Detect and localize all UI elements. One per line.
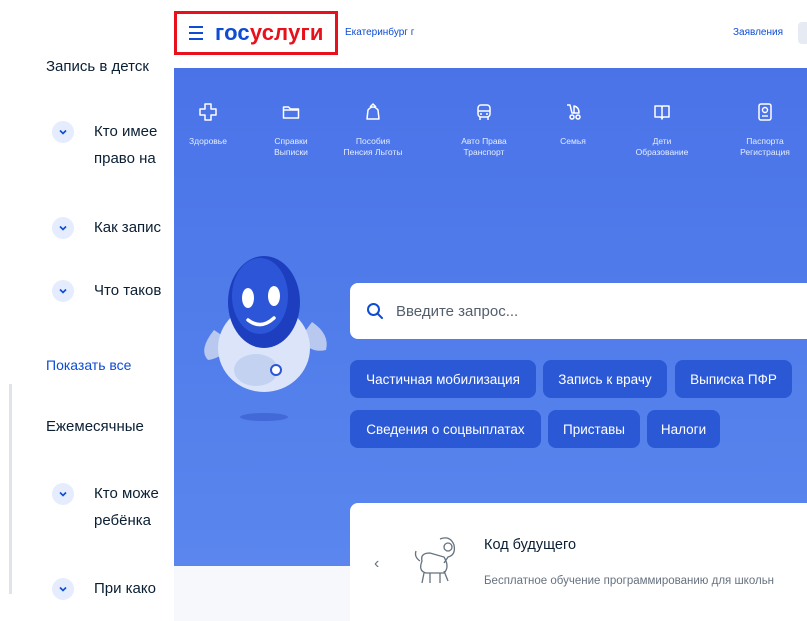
category-education[interactable]: Дети Образование — [622, 96, 702, 158]
faq-question: Как запис — [94, 219, 162, 236]
faq-question: При како — [94, 580, 156, 597]
benefits-icon — [333, 96, 413, 122]
logo-menu-button[interactable]: госуслуги — [174, 11, 338, 55]
section-heading-monthly: Ежемесячные — [46, 418, 144, 435]
faq-item[interactable]: Как запис — [52, 217, 161, 241]
chevron-down-icon — [52, 483, 74, 505]
faq-item[interactable]: Кто може ребёнка — [52, 483, 159, 534]
chip-pfr-statement[interactable]: Выписка ПФР — [675, 360, 792, 398]
category-passport[interactable]: Паспорта Регистрация — [725, 96, 805, 158]
carousel-prev-arrow[interactable]: ‹ — [374, 555, 379, 573]
city-selector[interactable]: Екатеринбург г — [345, 27, 414, 38]
search-input[interactable] — [396, 302, 776, 320]
faq-question-line: право на — [94, 150, 156, 167]
chip-bailiffs[interactable]: Приставы — [548, 410, 640, 448]
chevron-down-icon — [52, 121, 74, 143]
chip-doctor-appointment[interactable]: Запись к врачу — [543, 360, 667, 398]
faq-question: Что таков — [94, 282, 162, 299]
car-icon — [444, 96, 524, 122]
section-heading-kindergarten: Запись в детск — [46, 58, 149, 75]
promo-card[interactable]: ‹ Код будущего Бесплатное обучение прогр… — [350, 503, 807, 621]
health-icon — [168, 96, 248, 122]
faq-question-line: ребёнка — [94, 512, 151, 529]
stroller-icon — [533, 96, 613, 122]
category-transport[interactable]: Авто Права Транспорт — [444, 96, 524, 158]
chip-social-payments[interactable]: Сведения о соцвыплатах — [350, 410, 541, 448]
search-icon — [367, 303, 383, 319]
chevron-down-icon — [52, 578, 74, 600]
robot-mascot-icon — [204, 256, 327, 421]
category-health[interactable]: Здоровье — [168, 96, 248, 147]
passport-icon — [725, 96, 805, 122]
book-icon — [622, 96, 702, 122]
scrollbar-track[interactable] — [9, 384, 12, 594]
statements-link[interactable]: Заявления — [733, 27, 783, 38]
folder-icon — [251, 96, 331, 122]
faq-question-line: Кто имее — [94, 123, 158, 140]
category-benefits[interactable]: Пособия Пенсия Льготы — [333, 96, 413, 158]
robot-dog-icon — [414, 537, 456, 584]
header-profile-button[interactable] — [798, 22, 807, 44]
faq-item[interactable]: Что таков — [52, 280, 161, 304]
show-all-link[interactable]: Показать все — [46, 357, 131, 373]
search-bar[interactable] — [350, 283, 807, 339]
faq-item[interactable]: Кто имее право на — [52, 121, 157, 172]
chevron-down-icon — [52, 217, 74, 239]
gosuslugi-logo[interactable]: госуслуги — [215, 22, 324, 44]
hamburger-menu-icon[interactable] — [189, 26, 203, 40]
faq-item[interactable]: При како — [52, 578, 156, 602]
chevron-down-icon — [52, 280, 74, 302]
faq-question-line: Кто може — [94, 485, 159, 502]
chip-taxes[interactable]: Налоги — [647, 410, 720, 448]
promo-title: Код будущего — [484, 537, 577, 553]
chip-partial-mobilization[interactable]: Частичная мобилизация — [350, 360, 536, 398]
promo-description: Бесплатное обучение программированию для… — [484, 575, 775, 587]
category-family[interactable]: Семья — [533, 96, 613, 147]
category-certificates[interactable]: Справки Выписки — [251, 96, 331, 158]
